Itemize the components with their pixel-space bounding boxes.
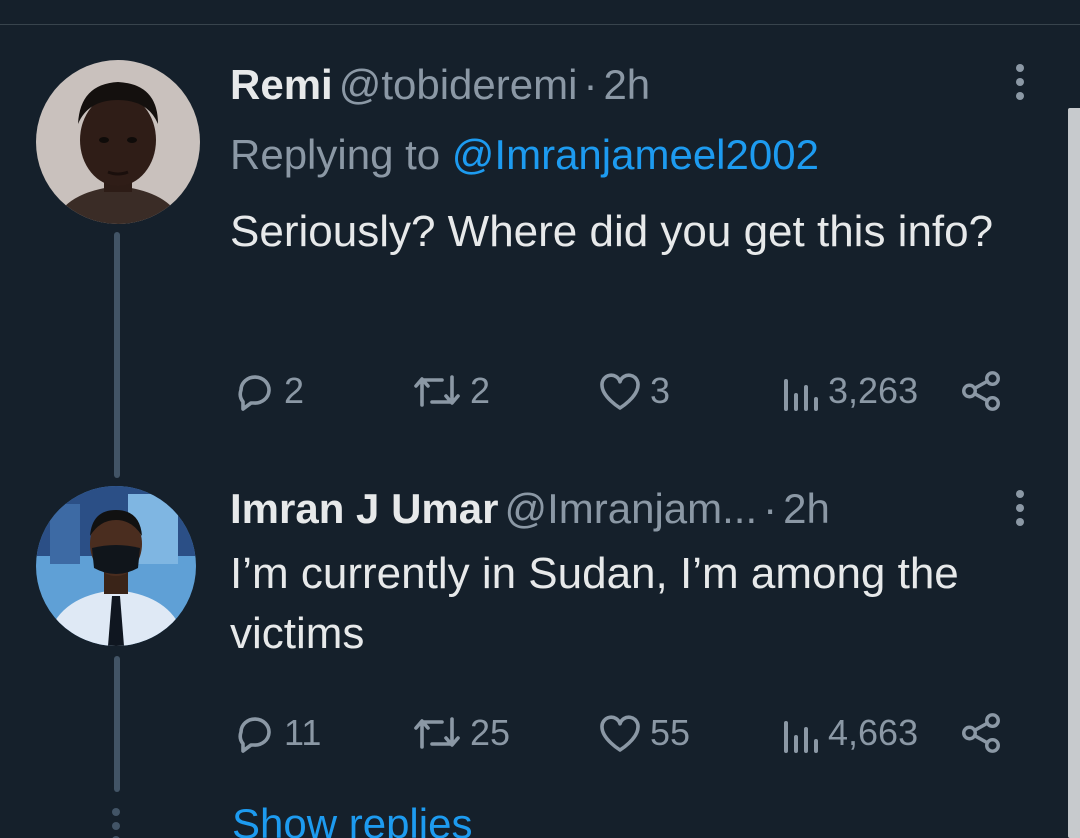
like-button[interactable]: 55: [596, 708, 690, 758]
avatar-photo: [36, 60, 200, 224]
like-count: 3: [650, 370, 671, 411]
like-button[interactable]: 3: [596, 366, 670, 416]
avatar[interactable]: [36, 60, 200, 224]
retweet-count: 2: [470, 370, 491, 411]
retweet-count: 25: [470, 712, 511, 753]
share-icon: [962, 713, 1000, 753]
tweet-header: Remi @tobideremi · 2h: [230, 60, 650, 110]
retweet-button[interactable]: 25: [410, 708, 510, 758]
tweet-text: I’m currently in Sudan, I’m among the vi…: [230, 549, 959, 658]
like-icon: [600, 715, 640, 752]
avatar[interactable]: [36, 486, 196, 646]
tweet-header: Imran J Umar @Imranjam... · 2h: [230, 484, 830, 534]
tweet-thread: Remi @tobideremi · 2h Replying to @Imranjam…: [0, 0, 1080, 838]
tweet-actions: 11 25 55 4,663: [230, 708, 1010, 758]
views-count: 3,263: [828, 370, 919, 411]
reply-icon: [238, 717, 271, 753]
tweet-text: Seriously? Where did you get this info?: [230, 207, 994, 256]
avatar-photo: [36, 486, 196, 646]
more-icon[interactable]: [1008, 62, 1032, 102]
thread-line: [114, 656, 120, 792]
replying-to-mention[interactable]: @Imranjameel2002: [452, 131, 819, 178]
scrollbar[interactable]: [1068, 108, 1080, 838]
author-name[interactable]: Remi: [230, 61, 333, 108]
timestamp[interactable]: 2h: [783, 485, 830, 532]
separator-dot: ·: [583, 61, 598, 108]
author-handle[interactable]: @tobideremi: [339, 61, 578, 108]
reply-button[interactable]: 11: [230, 708, 321, 758]
views-icon: [784, 721, 818, 753]
tweet-actions: 2 2 3 3,263: [230, 366, 1010, 416]
retweet-button[interactable]: 2: [410, 366, 490, 416]
reply-button[interactable]: 2: [230, 366, 304, 416]
author-name[interactable]: Imran J Umar: [230, 485, 498, 532]
views-button[interactable]: 4,663: [778, 708, 918, 758]
share-icon: [962, 371, 1000, 411]
views-icon: [784, 379, 818, 411]
replying-to: Replying to @Imranjameel2002: [230, 130, 819, 180]
replying-to-label: Replying to: [230, 131, 441, 178]
views-button[interactable]: 3,263: [778, 366, 918, 416]
share-button[interactable]: [958, 366, 1004, 416]
reply-icon: [238, 375, 271, 411]
reply-count: 11: [284, 712, 322, 753]
more-icon[interactable]: [1008, 488, 1032, 528]
separator-dot: ·: [763, 485, 778, 532]
timestamp[interactable]: 2h: [603, 61, 650, 108]
thread-continue-dots: [112, 808, 120, 838]
like-icon: [600, 373, 640, 410]
share-button[interactable]: [958, 708, 1004, 758]
author-handle[interactable]: @Imranjam...: [504, 485, 757, 532]
views-count: 4,663: [828, 712, 919, 753]
show-replies-link[interactable]: Show replies: [232, 800, 472, 838]
reply-count: 2: [284, 370, 305, 411]
retweet-icon: [414, 717, 460, 749]
retweet-icon: [414, 375, 460, 407]
thread-line: [114, 232, 120, 478]
like-count: 55: [650, 712, 691, 753]
top-divider: [0, 24, 1080, 25]
